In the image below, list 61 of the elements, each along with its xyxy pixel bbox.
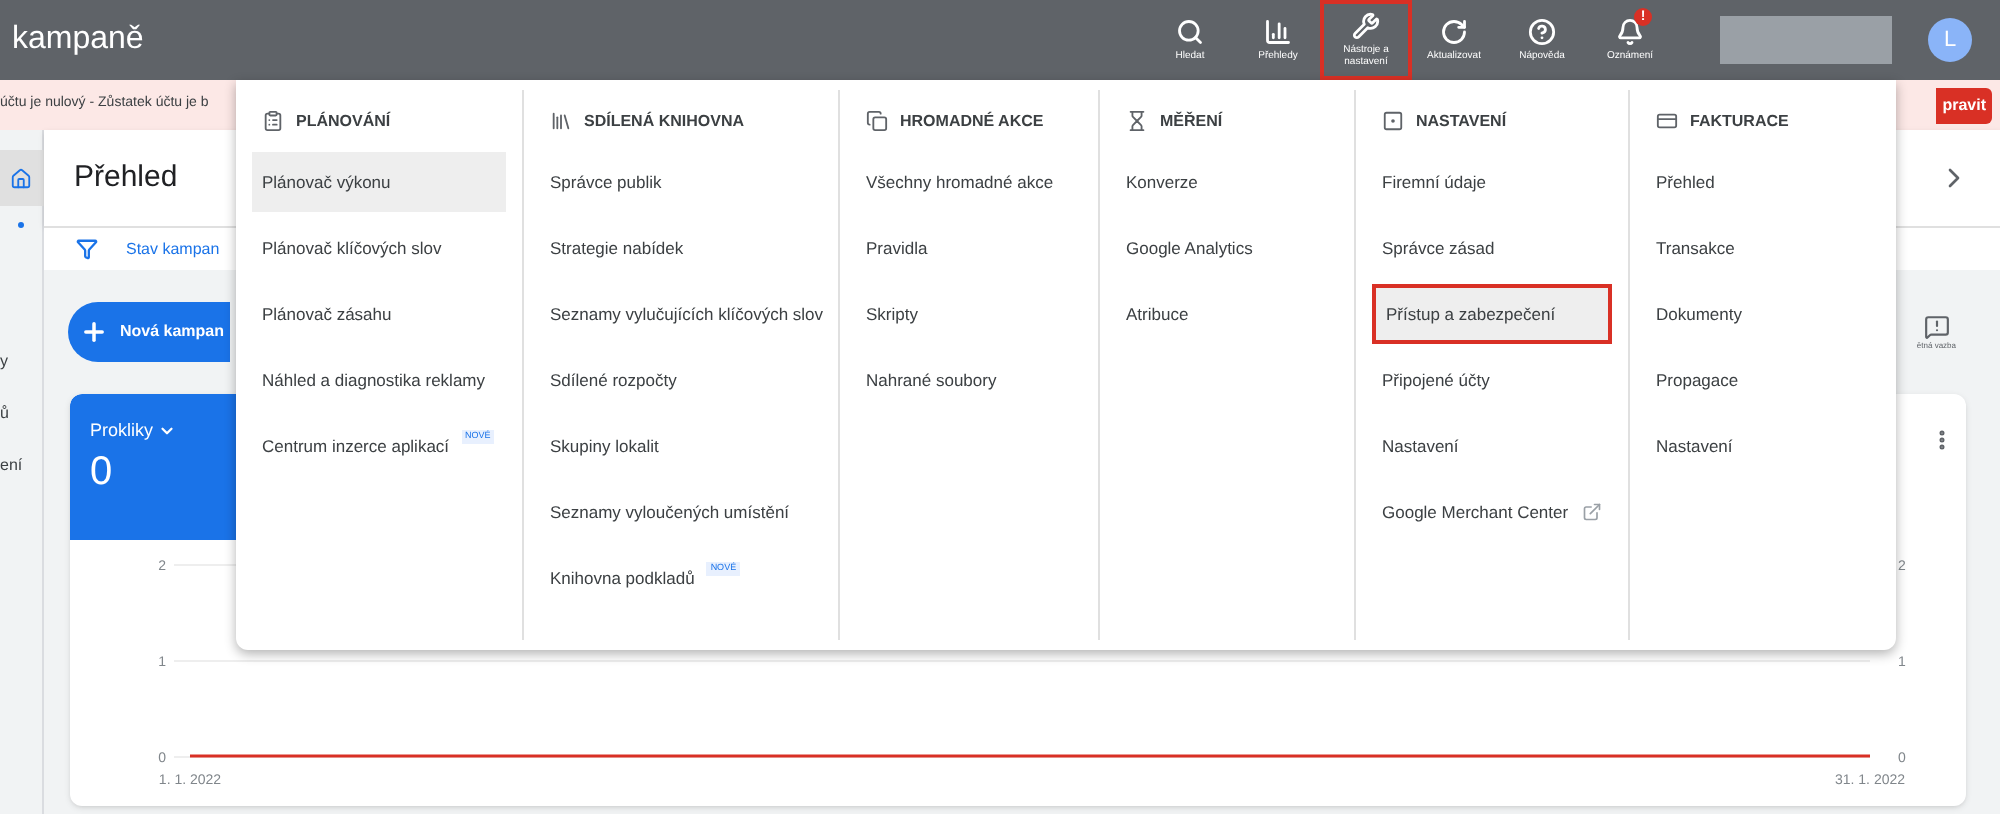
menu-item[interactable]: Náhled a diagnostika reklamy: [252, 350, 506, 410]
menu-section-title: MĚŘENÍ: [1160, 109, 1223, 133]
credit-card-icon: [1656, 110, 1678, 132]
metric-value: 0: [90, 447, 115, 497]
menu-item[interactable]: Správce publik: [540, 152, 822, 212]
copy-icon: [866, 110, 888, 132]
menu-item[interactable]: Přehled: [1646, 152, 1880, 212]
menu-section-title: PLÁNOVÁNÍ: [296, 109, 391, 133]
menu-item[interactable]: Nahrané soubory: [856, 350, 1082, 410]
new-campaign-button[interactable]: Nová kampan: [68, 302, 231, 362]
menu-item[interactable]: Atribuce: [1116, 284, 1338, 344]
search-icon: [1176, 18, 1204, 46]
feedback-icon[interactable]: [1923, 313, 1950, 339]
menu-item[interactable]: Pravidla: [856, 218, 1082, 278]
sidebar-item[interactable]: ení: [0, 454, 23, 478]
bar-chart-icon: [1264, 18, 1292, 46]
bell-icon: [1616, 18, 1644, 46]
menu-section-title: NASTAVENÍ: [1416, 109, 1507, 133]
menu-section-title: HROMADNÉ AKCE: [900, 109, 1044, 133]
menu-item[interactable]: Google Merchant Center: [1372, 482, 1612, 542]
menu-item[interactable]: Připojené účty: [1372, 350, 1612, 410]
metric-tile[interactable]: Prokliky 0: [70, 394, 236, 540]
menu-item[interactable]: Strategie nabídek: [540, 218, 822, 278]
filter-chip[interactable]: Stav kampan: [126, 237, 220, 261]
metric-label: Prokliky: [90, 418, 154, 444]
menu-item[interactable]: Nastavení: [1646, 416, 1880, 476]
menu-item[interactable]: Propagace: [1646, 350, 1880, 410]
wrench-icon: [1352, 12, 1380, 40]
menu-item[interactable]: Nastavení: [1372, 416, 1612, 476]
menu-item[interactable]: Správce zásad: [1372, 218, 1612, 278]
menu-item[interactable]: Přístup a zabezpečení: [1372, 284, 1612, 344]
plus-icon: [80, 318, 108, 346]
menu-item[interactable]: Plánovač klíčových slov: [252, 218, 506, 278]
menu-item[interactable]: Sdílené rozpočty: [540, 350, 822, 410]
clipboard-icon: [262, 110, 284, 132]
menu-item[interactable]: Dokumenty: [1646, 284, 1880, 344]
home-icon: [10, 167, 32, 189]
menu-item[interactable]: Konverze: [1116, 152, 1338, 212]
app-title: kampaně: [12, 20, 144, 60]
menu-section-title: FAKTURACE: [1690, 109, 1789, 133]
menu-item[interactable]: Google Analytics: [1116, 218, 1338, 278]
fix-button[interactable]: pravit: [1936, 87, 1992, 123]
menu-item[interactable]: Plánovač výkonu: [252, 152, 506, 212]
menu-item[interactable]: Firemní údaje: [1372, 152, 1612, 212]
menu-item[interactable]: Skupiny lokalit: [540, 416, 822, 476]
library-icon: [550, 110, 572, 132]
sidebar-item[interactable]: y: [0, 350, 8, 374]
menu-section-title: SDÍLENÁ KNIHOVNA: [584, 109, 745, 133]
page-title: Přehled: [74, 157, 178, 198]
menu-item[interactable]: Transakce: [1646, 218, 1880, 278]
menu-item[interactable]: Skripty: [856, 284, 1082, 344]
menu-item[interactable]: Všechny hromadné akce: [856, 152, 1082, 212]
menu-item[interactable]: Seznamy vylučujících klíčových slov: [540, 284, 822, 344]
home-tab[interactable]: [0, 150, 43, 206]
filter-icon[interactable]: [76, 238, 98, 260]
help-icon: [1528, 18, 1556, 46]
sidebar-item[interactable]: ů: [0, 402, 9, 426]
menu-item[interactable]: Plánovač zásahu: [252, 284, 506, 344]
hourglass-icon: [1126, 110, 1148, 132]
refresh-icon: [1440, 18, 1468, 46]
menu-item[interactable]: Seznamy vyloučených umístění: [540, 482, 822, 542]
